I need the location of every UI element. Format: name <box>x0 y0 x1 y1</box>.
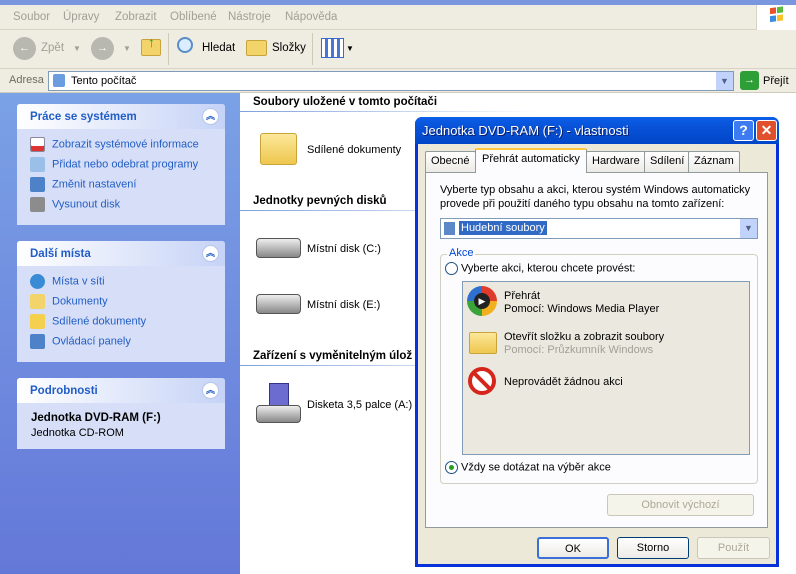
panel-title: Podrobnosti <box>30 385 98 397</box>
help-button[interactable]: ? <box>733 120 754 141</box>
folders-button[interactable]: Složky <box>272 42 306 54</box>
music-icon <box>444 222 455 235</box>
action-none[interactable]: Neprovádět žádnou akci <box>504 376 623 388</box>
intro-text: provede při použití daného typu obsahu n… <box>440 198 725 210</box>
hard-disk-icon[interactable] <box>256 238 301 258</box>
search-button[interactable]: Hledat <box>202 42 235 54</box>
link-documents[interactable]: Dokumenty <box>30 294 108 310</box>
control-panel-icon <box>30 177 45 192</box>
folder-icon <box>30 314 45 329</box>
address-label: Adresa <box>9 74 44 86</box>
dialog-title: Jednotka DVD-RAM (F:) - vlastnosti <box>422 123 629 138</box>
panel-title: Práce se systémem <box>30 111 137 123</box>
tab-autoplay[interactable]: Přehrát automaticky <box>475 148 587 173</box>
section-header: Soubory uložené v tomto počítači <box>253 96 438 108</box>
go-button[interactable]: Přejít <box>763 75 789 87</box>
collapse-icon[interactable]: ︽ <box>202 382 219 399</box>
item-local-disk-e[interactable]: Místní disk (E:) <box>307 299 380 311</box>
radio-choose-action[interactable]: Vyberte akci, kterou chcete provést: <box>445 262 635 275</box>
panel-title: Další místa <box>30 248 91 260</box>
media-player-icon: ▶ <box>467 286 497 316</box>
section-header: Zařízení s vyměnitelným úlož <box>253 350 413 362</box>
properties-dialog: Jednotka DVD-RAM (F:) - vlastnosti ? ✕ O… <box>415 117 779 567</box>
forward-button[interactable]: → <box>91 37 114 60</box>
link-eject-disk[interactable]: Vysunout disk <box>30 197 120 213</box>
cancel-button[interactable]: Storno <box>617 537 689 559</box>
network-icon <box>30 274 45 289</box>
close-button[interactable]: ✕ <box>756 120 777 141</box>
actions-list: ▶ Přehrát Pomocí: Windows Media Player Ot… <box>462 281 750 455</box>
radio-always-ask[interactable]: Vždy se dotázat na výběr akce <box>445 461 611 474</box>
address-value: Tento počítač <box>71 75 137 87</box>
details-name: Jednotka DVD-RAM (F:) <box>31 412 161 424</box>
address-input[interactable]: Tento počítač ▼ <box>48 71 734 91</box>
link-control-panel[interactable]: Ovládací panely <box>30 334 131 350</box>
menu-soubor[interactable]: Soubor <box>13 11 50 23</box>
menu-upravy[interactable]: Úpravy <box>63 11 99 23</box>
collapse-icon[interactable]: ︽ <box>202 245 219 262</box>
system-info-icon <box>30 137 45 152</box>
link-system-info[interactable]: Zobrazit systémové informace <box>30 137 199 153</box>
menu-napoveda[interactable]: Nápověda <box>285 11 337 23</box>
group-label: Akce <box>447 247 476 259</box>
menu-bar: Soubor Úpravy Zobrazit Oblíbené Nástroje… <box>0 5 796 30</box>
item-floppy-a[interactable]: Disketa 3,5 palce (A:) <box>307 399 412 411</box>
tab-hardware[interactable]: Hardware <box>586 151 646 172</box>
panel-system-tasks: Práce se systémem ︽ Zobrazit systémové in… <box>17 104 225 225</box>
section-header: Jednotky pevných disků <box>253 195 387 207</box>
chevron-down-icon[interactable]: ▼ <box>740 219 757 238</box>
apply-button[interactable]: Použít <box>697 537 770 559</box>
windows-logo-icon <box>756 5 796 30</box>
link-add-remove-programs[interactable]: Přidat nebo odebrat programy <box>30 157 198 173</box>
intro-text: Vyberte typ obsahu a akci, kterou systém… <box>440 184 751 196</box>
go-arrow-icon[interactable]: → <box>740 71 759 90</box>
details-type: Jednotka CD-ROM <box>31 427 124 439</box>
link-shared-documents[interactable]: Sdílené dokumenty <box>30 314 146 330</box>
link-change-settings[interactable]: Změnit nastavení <box>30 177 136 193</box>
dialog-titlebar: Jednotka DVD-RAM (F:) - vlastnosti ? ✕ <box>415 117 779 144</box>
menu-oblibene[interactable]: Oblíbené <box>170 11 217 23</box>
restore-defaults-button[interactable]: Obnovit výchozí <box>607 494 754 516</box>
content-type-select[interactable]: Hudební soubory ▼ <box>440 218 758 239</box>
menu-nastroje[interactable]: Nástroje <box>228 11 271 23</box>
folders-icon[interactable] <box>246 40 267 56</box>
back-dropdown-icon[interactable]: ▼ <box>73 44 81 53</box>
back-arrow-icon[interactable]: ← <box>13 37 36 60</box>
action-open-folder[interactable]: Otevřít složku a zobrazit soubory Pomocí:… <box>504 331 664 356</box>
forward-dropdown-icon[interactable]: ▼ <box>123 44 131 53</box>
menu-zobrazit[interactable]: Zobrazit <box>115 11 157 23</box>
toolbar: ← Zpět ▼ → ▼ ↑ Hledat Složky ▼ <box>0 30 796 69</box>
task-pane: Práce se systémem ︽ Zobrazit systémové in… <box>0 93 240 574</box>
item-local-disk-c[interactable]: Místní disk (C:) <box>307 243 381 255</box>
hard-disk-icon[interactable] <box>256 294 301 314</box>
add-remove-icon <box>30 157 45 172</box>
ok-button[interactable]: OK <box>537 537 609 559</box>
eject-disk-icon <box>30 197 45 212</box>
address-dropdown-icon[interactable]: ▼ <box>716 72 733 90</box>
folder-up-icon[interactable]: ↑ <box>141 34 161 56</box>
content-type-value: Hudební soubory <box>459 221 547 235</box>
computer-icon <box>53 74 65 87</box>
item-shared-documents[interactable]: Sdílené dokumenty <box>307 144 401 156</box>
panel-other-places: Další místa ︽ Místa v síti Dokumenty Sdíl… <box>17 241 225 362</box>
tab-general[interactable]: Obecné <box>425 151 476 172</box>
control-panel-icon <box>30 334 45 349</box>
panel-details: Podrobnosti ︽ Jednotka DVD-RAM (F:) Jedno… <box>17 378 225 449</box>
link-network-places[interactable]: Místa v síti <box>30 274 105 290</box>
views-icon[interactable] <box>321 38 344 58</box>
folder-icon <box>469 332 497 354</box>
folder-icon[interactable] <box>260 133 297 165</box>
tab-sharing[interactable]: Sdílení <box>644 151 691 172</box>
views-dropdown-icon[interactable]: ▼ <box>346 44 354 53</box>
documents-icon <box>30 294 45 309</box>
tab-recording[interactable]: Záznam <box>688 151 740 172</box>
back-button[interactable]: Zpět <box>41 42 64 54</box>
action-play[interactable]: Přehrát Pomocí: Windows Media Player <box>504 290 659 315</box>
search-icon[interactable] <box>177 37 193 53</box>
tab-panel: Vyberte typ obsahu a akci, kterou systém… <box>425 172 768 528</box>
floppy-drive-icon[interactable] <box>256 383 301 425</box>
no-action-icon <box>468 367 496 395</box>
collapse-icon[interactable]: ︽ <box>202 108 219 125</box>
